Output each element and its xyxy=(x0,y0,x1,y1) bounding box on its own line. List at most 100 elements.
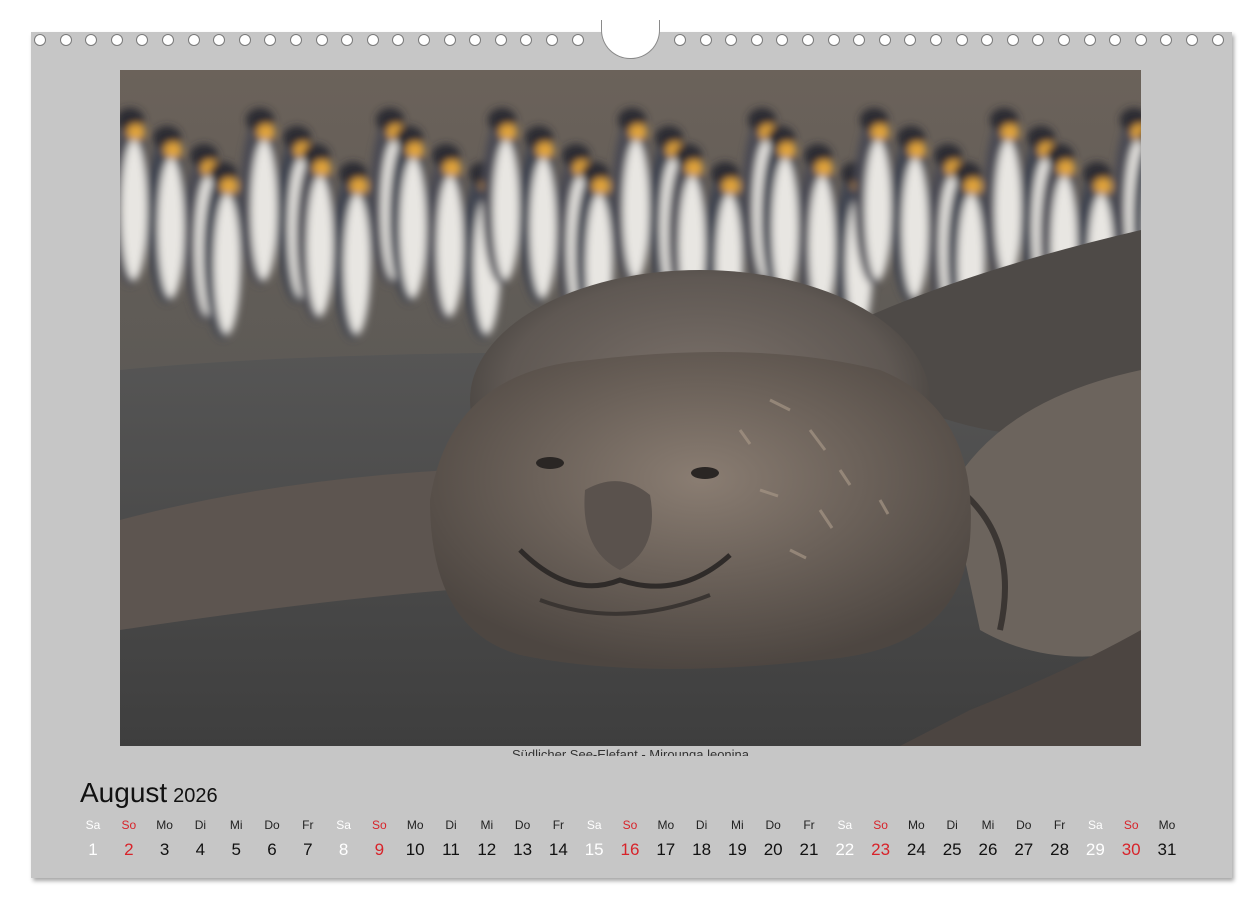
date-number: 1 xyxy=(88,840,98,859)
weekday-label: Fr xyxy=(302,818,314,832)
binding-hole xyxy=(110,34,123,46)
binding-hole xyxy=(264,34,277,46)
date-row: 1 2 3 4 5 6 7 8 9 10 11 12 13 14 15 16 17 18 19 20 21 22 23 24 2… xyxy=(0,840,1260,860)
binding-hole xyxy=(290,34,302,46)
binding-hole xyxy=(136,34,149,46)
binding-hole xyxy=(955,34,968,46)
date-number: 8 xyxy=(338,840,349,859)
date-number: 3 xyxy=(159,840,170,859)
weekday-label: Sa xyxy=(85,818,101,832)
date-number: 20 xyxy=(763,840,783,859)
date-number: 4 xyxy=(195,840,206,859)
binding-hole xyxy=(469,34,482,46)
weekday-label: Mo xyxy=(908,818,925,832)
binding-hole xyxy=(776,34,789,46)
binding-hole xyxy=(443,34,456,46)
binding-hole xyxy=(315,34,328,46)
weekday-label: So xyxy=(372,818,387,832)
binding-hole xyxy=(981,34,994,46)
weekday-label: Mi xyxy=(981,818,995,832)
date-number: 23 xyxy=(871,840,891,859)
binding-hole xyxy=(34,34,46,46)
binding-hole xyxy=(1211,34,1224,46)
month-name: August xyxy=(80,777,168,808)
weekday-label: Do xyxy=(514,818,531,832)
month-title: August 2026 xyxy=(80,777,218,811)
weekday-label: Mi xyxy=(480,818,494,832)
weekday-label: Mo xyxy=(156,818,173,832)
binding-hole xyxy=(930,34,942,46)
binding-hole xyxy=(1006,34,1019,46)
weekday-label: Fr xyxy=(1053,818,1066,832)
date-number: 6 xyxy=(267,840,277,859)
binding-hole xyxy=(85,34,98,46)
binding-hole xyxy=(187,34,200,46)
binding-hole xyxy=(827,34,840,46)
weekday-label: Di xyxy=(946,818,958,832)
binding-hole xyxy=(494,34,507,46)
weekday-label: So xyxy=(873,818,888,832)
weekday-label: Di xyxy=(695,818,708,832)
binding-hole xyxy=(571,34,584,46)
date-number: 28 xyxy=(1050,840,1070,859)
date-number: 14 xyxy=(548,840,568,859)
binding-hole xyxy=(1083,34,1096,46)
binding-hole xyxy=(546,34,558,46)
weekday-label: Mo xyxy=(657,818,675,832)
photo-caption: Südlicher See-Elefant - Mirounga leonina xyxy=(511,747,750,756)
binding-hole xyxy=(392,34,405,46)
date-number: 9 xyxy=(374,840,385,859)
weekday-label: Di xyxy=(194,818,207,832)
date-number: 30 xyxy=(1121,840,1141,859)
weekday-label: So xyxy=(622,818,638,832)
weekday-label: Do xyxy=(1016,818,1032,832)
weekday-label: So xyxy=(121,818,137,832)
binding-hole xyxy=(59,34,72,46)
binding-hole xyxy=(699,34,712,46)
binding-hole xyxy=(725,34,738,46)
date-number: 21 xyxy=(799,840,819,859)
binding-hole xyxy=(366,34,379,46)
date-number: 11 xyxy=(442,840,460,859)
binding-hole xyxy=(213,34,226,46)
weekday-label: Mo xyxy=(1158,818,1176,832)
binding-hole xyxy=(878,34,891,46)
binding-hole xyxy=(750,34,763,46)
weekday-label: So xyxy=(1123,818,1139,832)
weekday-row: Sa So Mo Di Mi Do Fr Sa So Mo Di Mi Do Fr Sa So Mo Di Mi Do… xyxy=(0,818,1260,838)
month-year: 2026 xyxy=(173,785,218,807)
weekday-label: Mi xyxy=(731,818,744,832)
date-number: 25 xyxy=(942,840,962,859)
date-number: 16 xyxy=(620,840,640,859)
binding-hole xyxy=(341,34,354,46)
binding-hole xyxy=(238,34,251,46)
binding-hole xyxy=(802,34,814,46)
binding-hole xyxy=(418,34,430,46)
date-number: 24 xyxy=(906,840,926,859)
weekday-label: Mo xyxy=(406,818,424,832)
date-number: 19 xyxy=(727,840,747,859)
binding-hole xyxy=(853,34,866,46)
date-number: 13 xyxy=(513,840,533,859)
binding-hole xyxy=(1186,34,1198,46)
binding-hole xyxy=(520,34,533,46)
date-number: 31 xyxy=(1157,840,1177,859)
date-number: 7 xyxy=(303,840,313,859)
date-number: 18 xyxy=(692,840,712,859)
weekday-label: Sa xyxy=(336,818,351,832)
binding-hole xyxy=(674,34,686,46)
weekday-label: Sa xyxy=(837,818,853,832)
weekday-label: Di xyxy=(445,818,457,832)
seal-photo-illustration xyxy=(120,70,1141,746)
binding-hole xyxy=(904,34,917,46)
weekday-label: Fr xyxy=(803,818,815,832)
weekday-label: Do xyxy=(765,818,781,832)
date-number: 10 xyxy=(405,840,425,859)
date-number: 29 xyxy=(1085,840,1105,859)
weekday-label: Do xyxy=(264,818,280,832)
weekday-label: Sa xyxy=(586,818,602,832)
date-number: 2 xyxy=(124,840,134,859)
date-number: 17 xyxy=(656,840,676,859)
date-number: 26 xyxy=(978,840,998,859)
date-number: 12 xyxy=(477,840,497,859)
